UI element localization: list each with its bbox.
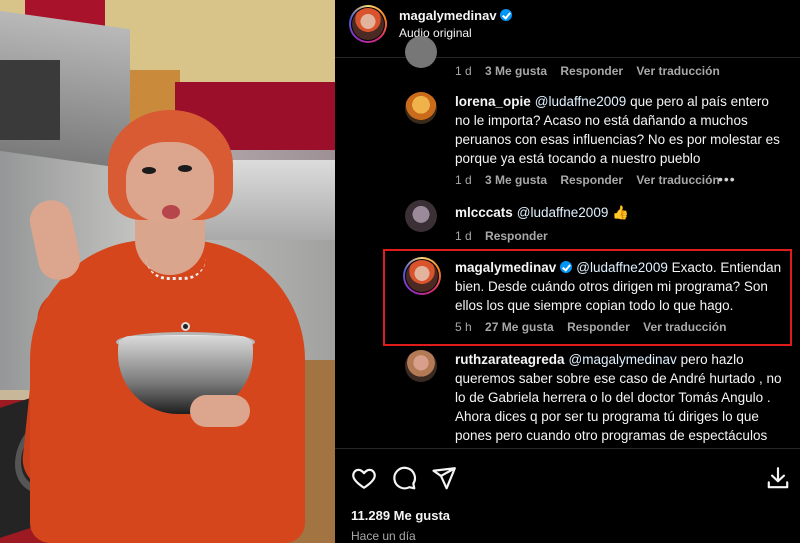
comment-item: magalymedinav @ludaffne2009 Exacto. Entie… (335, 255, 800, 345)
avatar[interactable] (405, 36, 437, 68)
avatar[interactable] (405, 200, 437, 232)
comment-likes[interactable]: 3 Me gusta (485, 173, 547, 187)
comment-username[interactable]: magalymedinav (455, 260, 556, 275)
translate-button[interactable]: Ver traducción (636, 173, 719, 187)
verified-icon (560, 261, 573, 273)
avatar[interactable] (405, 92, 437, 124)
mention-link[interactable]: @magalymedinav (569, 352, 677, 367)
post-date: Hace un día (351, 529, 416, 543)
heart-icon[interactable] (351, 465, 377, 491)
comment-time: 1 d (455, 173, 472, 187)
comment-text: magalymedinav @ludaffne2009 Exacto. Entie… (455, 258, 785, 315)
brooch (181, 322, 190, 331)
author-name-text[interactable]: magalymedinav (399, 8, 497, 23)
comment-icon[interactable] (391, 465, 417, 491)
reply-button[interactable]: Responder (560, 64, 623, 78)
likes-count[interactable]: 11.289 Me gusta (351, 508, 450, 523)
comment-time: 1 d (455, 64, 472, 78)
comment-likes[interactable]: 3 Me gusta (485, 64, 547, 78)
post-actions: 11.289 Me gusta Hace un día (335, 448, 800, 543)
comments-panel: magalymedinav Audio original 1 d 3 Me gu… (335, 0, 800, 543)
comment-time: 1 d (455, 229, 472, 243)
reply-button[interactable]: Responder (485, 229, 548, 243)
author-username[interactable]: magalymedinav (399, 8, 512, 23)
mention-link[interactable]: @ludaffne2009 (576, 260, 668, 275)
comment-meta: 5 h 27 Me gusta Responder Ver traducción (455, 320, 736, 334)
comment-time: 5 h (455, 320, 472, 334)
comment-item: lorena_opie @ludaffne2009 que pero al paí… (335, 90, 800, 190)
avatar[interactable] (405, 350, 437, 382)
range-hood-shadow (0, 60, 60, 140)
person-eye (142, 167, 156, 174)
comment-body: 👍 (608, 205, 629, 220)
person-mouth (162, 205, 180, 219)
download-icon[interactable] (765, 465, 791, 491)
translate-button[interactable]: Ver traducción (636, 64, 719, 78)
comment-username[interactable]: ruthzarateagreda (455, 352, 565, 367)
author-avatar[interactable] (349, 5, 387, 43)
person-eye (178, 165, 192, 172)
comment-meta: 1 d Responder (455, 229, 558, 243)
comment-username[interactable]: mlcccats (455, 205, 513, 220)
translate-button[interactable]: Ver traducción (643, 320, 726, 334)
comment-meta: 1 d 3 Me gusta Responder Ver traducción (455, 64, 730, 78)
reply-button[interactable]: Responder (560, 173, 623, 187)
comment-text: ruthzarateagreda @magalymedinav pero hazl… (455, 350, 785, 448)
avatar (352, 8, 384, 40)
comment-text: lorena_opie @ludaffne2009 que pero al paí… (455, 92, 785, 168)
comment-item: mlcccats @ludaffne2009 👍 1 d Responder (335, 200, 800, 246)
person-hand (190, 395, 250, 427)
person-hair (108, 110, 233, 222)
share-icon[interactable] (431, 465, 457, 491)
comment-item: 1 d 3 Me gusta Responder Ver traducción (335, 36, 800, 88)
comment-item: ruthzarateagreda @magalymedinav pero hazl… (335, 350, 800, 448)
comment-likes[interactable]: 27 Me gusta (485, 320, 554, 334)
avatar[interactable] (403, 257, 441, 295)
mention-link[interactable]: @ludaffne2009 (535, 94, 627, 109)
avatar-image (406, 260, 438, 292)
more-options-icon[interactable]: ••• (718, 171, 736, 187)
verified-icon (499, 9, 512, 21)
comment-username[interactable]: lorena_opie (455, 94, 531, 109)
comment-meta: 1 d 3 Me gusta Responder Ver traducción (455, 173, 730, 187)
post-video[interactable] (0, 0, 335, 543)
audio-label[interactable]: Audio original (399, 26, 472, 40)
comment-text: mlcccats @ludaffne2009 👍 (455, 203, 785, 222)
mention-link[interactable]: @ludaffne2009 (517, 205, 609, 220)
reply-button[interactable]: Responder (567, 320, 630, 334)
